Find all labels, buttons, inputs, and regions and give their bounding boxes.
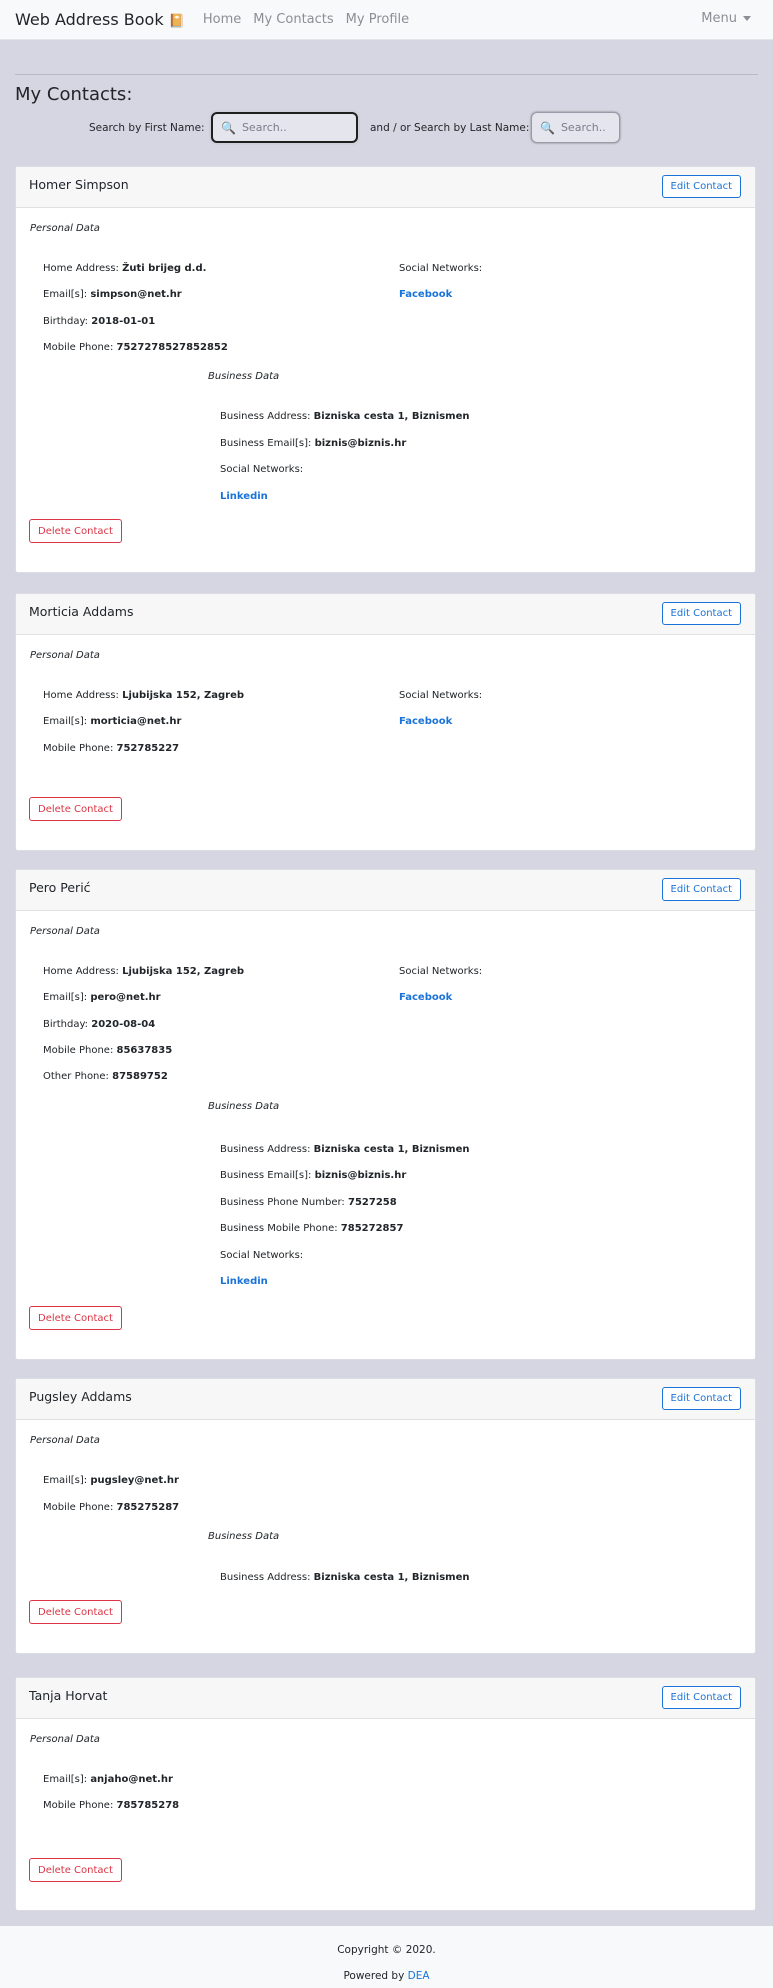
- search-first-input[interactable]: 🔍 Search..: [211, 112, 358, 143]
- business-address-field: Business Address: Bizniska cesta 1, Bizn…: [220, 1144, 470, 1155]
- brand[interactable]: Web Address Book 📔: [15, 10, 185, 29]
- email-field: Email[s]: anjaho@net.hr: [43, 1774, 173, 1785]
- delete-contact-button[interactable]: Delete Contact: [29, 1858, 122, 1882]
- contact-card: Pugsley Addams Edit Contact Personal Dat…: [15, 1378, 756, 1654]
- email-field: Email[s]: simpson@net.hr: [43, 289, 182, 300]
- email-field: Email[s]: morticia@net.hr: [43, 716, 182, 727]
- personal-data-heading: Personal Data: [30, 1734, 100, 1745]
- edit-contact-button[interactable]: Edit Contact: [661, 602, 741, 625]
- copyright: Copyright © 2020.: [337, 1944, 436, 1956]
- mobile-phone-field: Mobile Phone: 7527278527852852: [43, 342, 228, 353]
- delete-contact-button[interactable]: Delete Contact: [29, 1600, 122, 1624]
- home-address-field: Home Address: Ljubijska 152, Zagreb: [43, 690, 245, 701]
- business-data-heading: Business Data: [208, 371, 280, 382]
- edit-contact-button[interactable]: Edit Contact: [661, 878, 741, 901]
- search-icon: 🔍: [221, 120, 236, 135]
- home-address-field: Home Address: Žuti brijeg d.d.: [43, 263, 207, 274]
- linkedin-link[interactable]: Linkedin: [220, 491, 268, 502]
- search-last-label: and / or Search by Last Name:: [370, 122, 530, 134]
- caret-down-icon: [743, 16, 751, 21]
- nav-home[interactable]: Home: [203, 12, 241, 27]
- card-header: Tanja Horvat Edit Contact: [16, 1678, 755, 1719]
- personal-data-heading: Personal Data: [30, 926, 100, 937]
- contact-name: Homer Simpson: [29, 177, 129, 192]
- menu-label[interactable]: Menu: [701, 11, 737, 26]
- card-header: Morticia Addams Edit Contact: [16, 594, 755, 635]
- contact-card: Homer Simpson Edit Contact Personal Data…: [15, 166, 756, 573]
- edit-contact-button[interactable]: Edit Contact: [661, 1686, 741, 1709]
- mobile-phone-field: Mobile Phone: 785275287: [43, 1502, 180, 1513]
- edit-contact-button[interactable]: Edit Contact: [661, 175, 741, 198]
- search-last-input[interactable]: 🔍 Search..: [531, 112, 620, 143]
- card-header: Homer Simpson Edit Contact: [16, 167, 755, 208]
- footer: Copyright © 2020. Powered by DEA: [0, 1926, 773, 1988]
- email-field: Email[s]: pero@net.hr: [43, 992, 161, 1003]
- facebook-link[interactable]: Facebook: [399, 992, 452, 1003]
- business-social-label: Social Networks:: [220, 1250, 304, 1261]
- facebook-link[interactable]: Facebook: [399, 716, 452, 727]
- linkedin-link[interactable]: Linkedin: [220, 1276, 268, 1287]
- search-first-placeholder: Search..: [241, 121, 287, 134]
- contact-name: Morticia Addams: [29, 604, 134, 619]
- social-networks-label: Social Networks:: [399, 690, 483, 701]
- menu-dropdown[interactable]: Menu: [701, 11, 751, 26]
- search-last-placeholder: Search..: [560, 121, 606, 134]
- edit-contact-button[interactable]: Edit Contact: [661, 1387, 741, 1410]
- email-field: Email[s]: pugsley@net.hr: [43, 1475, 179, 1486]
- birthday-field: Birthday: 2018-01-01: [43, 316, 156, 327]
- business-mobile-field: Business Mobile Phone: 785272857: [220, 1223, 404, 1234]
- business-data-heading: Business Data: [208, 1531, 280, 1542]
- contact-card: Morticia Addams Edit Contact Personal Da…: [15, 593, 756, 851]
- mobile-phone-field: Mobile Phone: 785785278: [43, 1800, 180, 1811]
- card-header: Pugsley Addams Edit Contact: [16, 1379, 755, 1420]
- home-address-field: Home Address: Ljubijska 152, Zagreb: [43, 966, 245, 977]
- social-networks-label: Social Networks:: [399, 966, 483, 977]
- card-header: Pero Perić Edit Contact: [16, 870, 755, 911]
- business-social-label: Social Networks:: [220, 464, 304, 475]
- page-title: My Contacts:: [15, 84, 133, 105]
- business-phone-field: Business Phone Number: 7527258: [220, 1197, 397, 1208]
- delete-contact-button[interactable]: Delete Contact: [29, 797, 122, 821]
- delete-contact-button[interactable]: Delete Contact: [29, 1306, 122, 1330]
- facebook-link[interactable]: Facebook: [399, 289, 452, 300]
- nav-my-profile[interactable]: My Profile: [346, 12, 409, 27]
- business-address-field: Business Address: Bizniska cesta 1, Bizn…: [220, 1572, 470, 1583]
- dea-link[interactable]: DEA: [408, 1970, 430, 1982]
- birthday-field: Birthday: 2020-08-04: [43, 1019, 156, 1030]
- business-address-field: Business Address: Bizniska cesta 1, Bizn…: [220, 411, 470, 422]
- personal-data-heading: Personal Data: [30, 223, 100, 234]
- search-first-label: Search by First Name:: [89, 122, 205, 134]
- other-phone-field: Other Phone: 87589752: [43, 1071, 168, 1082]
- personal-data-heading: Personal Data: [30, 650, 100, 661]
- search-icon: 🔍: [540, 120, 555, 135]
- contact-name: Pugsley Addams: [29, 1389, 132, 1404]
- business-email-field: Business Email[s]: biznis@biznis.hr: [220, 1170, 407, 1181]
- contact-name: Pero Perić: [29, 880, 91, 895]
- navbar: Web Address Book 📔 Home My Contacts My P…: [0, 0, 773, 40]
- mobile-phone-field: Mobile Phone: 85637835: [43, 1045, 173, 1056]
- mobile-phone-field: Mobile Phone: 752785227: [43, 743, 180, 754]
- business-data-heading: Business Data: [208, 1101, 280, 1112]
- contact-name: Tanja Horvat: [29, 1688, 108, 1703]
- business-email-field: Business Email[s]: biznis@biznis.hr: [220, 438, 407, 449]
- powered-by: Powered by DEA: [343, 1970, 430, 1982]
- brand-title[interactable]: Web Address Book: [15, 10, 164, 29]
- divider: [15, 74, 758, 75]
- nav-my-contacts[interactable]: My Contacts: [253, 12, 333, 27]
- notebook-icon: 📔: [168, 14, 185, 29]
- social-networks-label: Social Networks:: [399, 263, 483, 274]
- contact-card: Tanja Horvat Edit Contact Personal Data …: [15, 1677, 756, 1911]
- personal-data-heading: Personal Data: [30, 1435, 100, 1446]
- contact-card: Pero Perić Edit Contact Personal Data Ho…: [15, 869, 756, 1360]
- delete-contact-button[interactable]: Delete Contact: [29, 519, 122, 543]
